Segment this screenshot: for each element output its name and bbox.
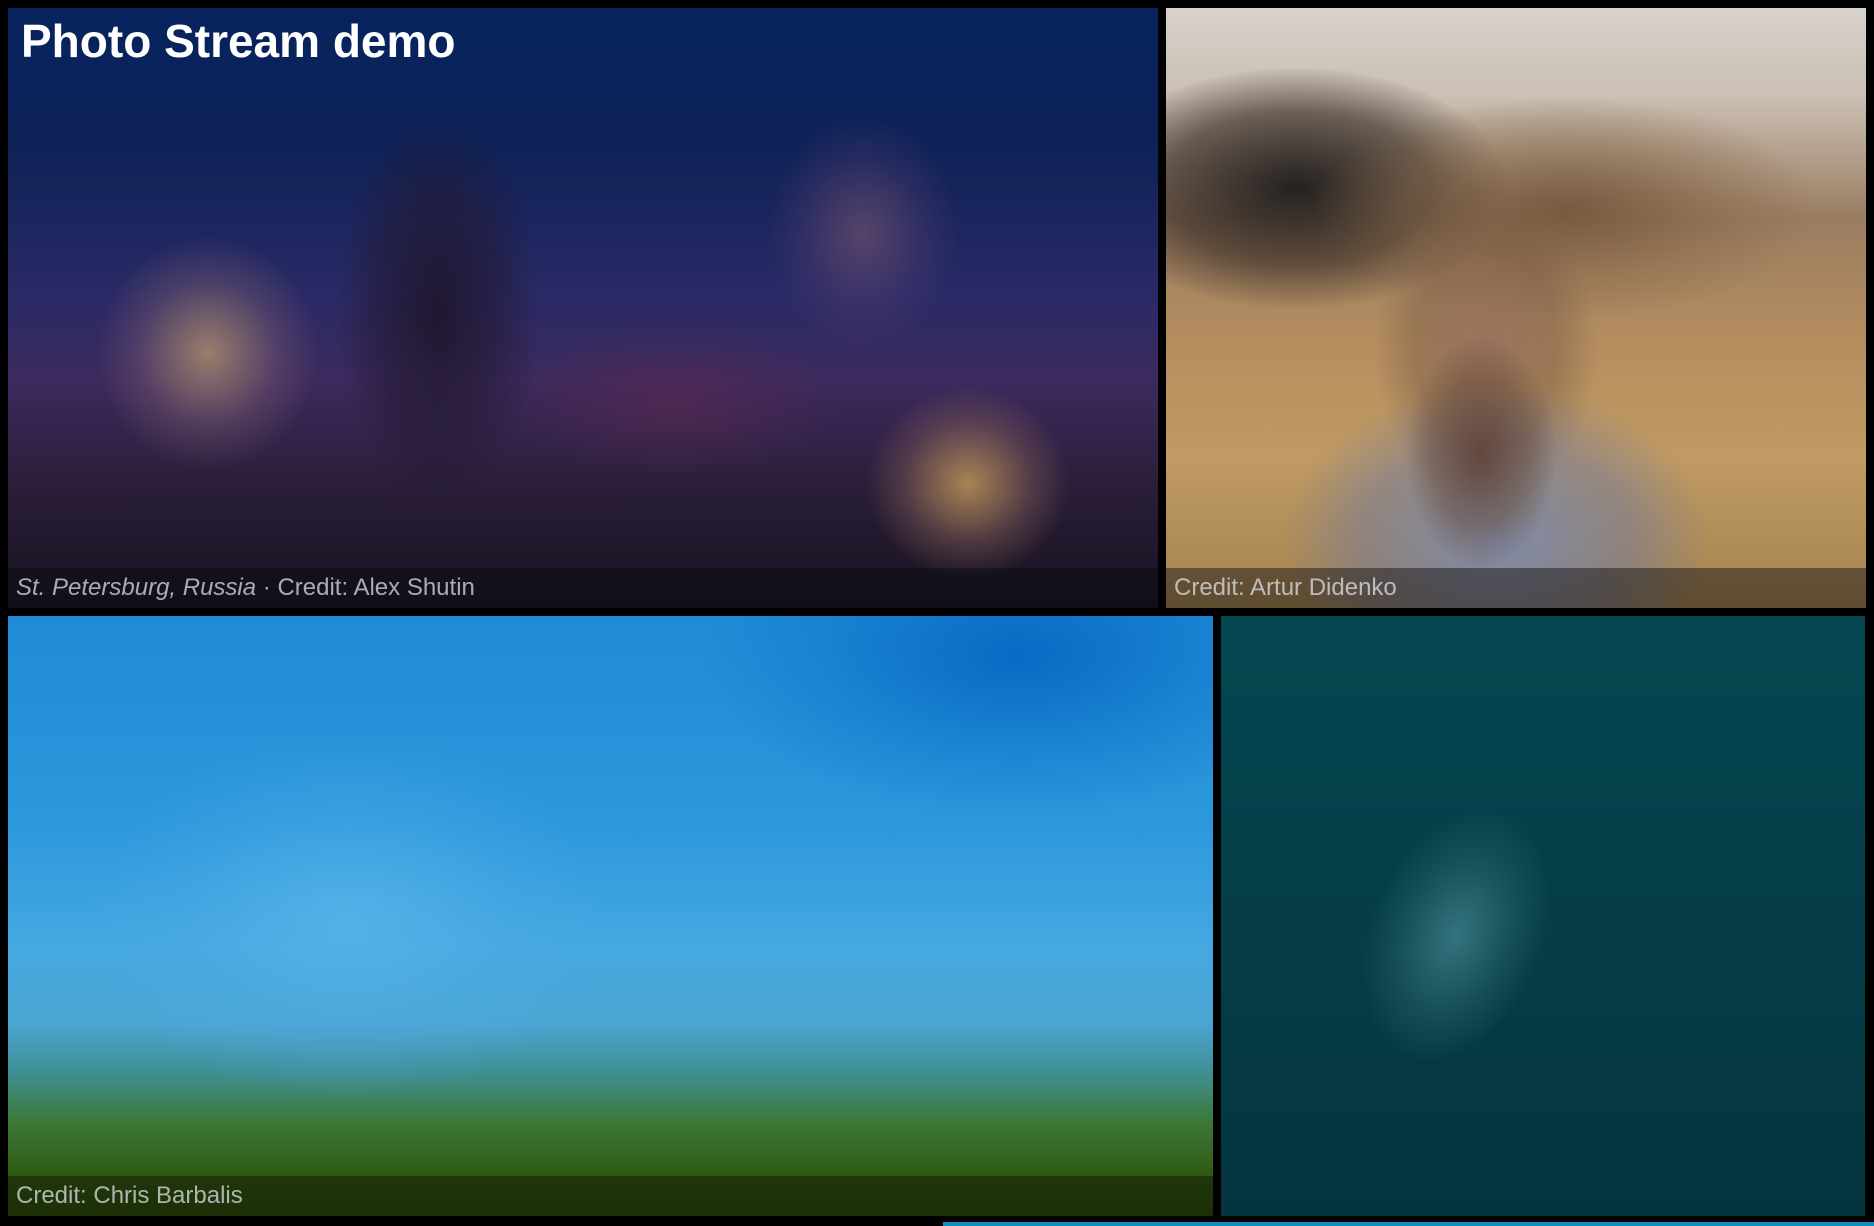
photo-location-1: St. Petersburg, Russia (16, 574, 257, 601)
photo-image-2 (1166, 8, 1866, 608)
photo-credit-3: Credit: Chris Barbalis (16, 1182, 243, 1209)
photo-caption-1: St. Petersburg, Russia · Credit: Alex Sh… (8, 568, 1158, 608)
photo-caption-2: Credit: Artur Didenko (1166, 568, 1866, 608)
photo-tile-2[interactable]: Credit: Artur Didenko (1166, 8, 1866, 608)
page-title: Photo Stream demo (21, 15, 456, 67)
photo-credit-1: Credit: Alex Shutin (277, 574, 475, 601)
loading-progress-bar (943, 1222, 1874, 1226)
photo-credit-2: Credit: Artur Didenko (1174, 574, 1397, 601)
photo-stream-page: Photo Stream demo St. Petersburg, Russia… (0, 0, 1874, 1226)
photo-image-1 (8, 8, 1158, 608)
photo-image-3 (8, 616, 1213, 1216)
photo-tile-3[interactable]: Credit: Chris Barbalis (8, 616, 1213, 1216)
photo-image-4 (1221, 616, 1865, 1216)
caption-separator: · (256, 574, 278, 601)
photo-caption-3: Credit: Chris Barbalis (8, 1176, 1213, 1216)
photo-tile-1[interactable]: St. Petersburg, Russia · Credit: Alex Sh… (8, 8, 1158, 608)
photo-tile-4[interactable] (1221, 616, 1865, 1216)
